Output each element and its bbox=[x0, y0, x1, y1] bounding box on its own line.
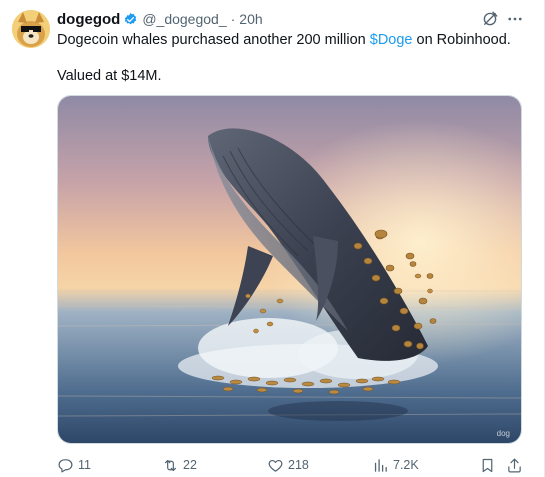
author-display-name[interactable]: dogegod bbox=[57, 11, 120, 28]
repost-button[interactable]: 22 bbox=[162, 455, 197, 475]
reply-count: 11 bbox=[78, 458, 91, 472]
heart-icon bbox=[268, 459, 283, 472]
tweet-card[interactable]: dogegod @_dogegod_ · 20h Dogecoin whales… bbox=[0, 0, 545, 477]
post-image[interactable]: dog bbox=[57, 95, 522, 444]
share-button[interactable] bbox=[506, 455, 527, 475]
bookmark-button[interactable] bbox=[479, 455, 500, 475]
repost-icon bbox=[164, 459, 177, 471]
avatar[interactable] bbox=[12, 10, 50, 48]
views-count: 7.2K bbox=[393, 458, 419, 472]
grok-icon[interactable] bbox=[481, 10, 499, 28]
separator-dot: · bbox=[230, 11, 236, 27]
post-text-before: Dogecoin whales purchased another 200 mi… bbox=[57, 32, 370, 48]
views-button[interactable]: 7.2K bbox=[372, 455, 419, 475]
views-icon bbox=[374, 458, 387, 472]
post-header: dogegod @_dogegod_ · 20h bbox=[57, 10, 263, 28]
doge-avatar-image bbox=[12, 10, 50, 48]
reply-button[interactable]: 11 bbox=[57, 455, 91, 475]
post-text-paragraph-2: Valued at $14M. bbox=[57, 68, 162, 84]
verified-badge-icon[interactable] bbox=[123, 12, 138, 27]
action-bar: 11 22 218 7.2K bbox=[57, 455, 527, 475]
author-handle[interactable]: @_dogegod_ bbox=[142, 11, 226, 27]
reply-icon bbox=[58, 458, 73, 472]
bookmark-icon bbox=[482, 458, 493, 472]
cashtag-link[interactable]: $Doge bbox=[370, 32, 413, 48]
share-icon bbox=[508, 458, 521, 472]
like-button[interactable]: 218 bbox=[267, 455, 309, 475]
more-icon[interactable] bbox=[506, 10, 524, 28]
whale-image: dog bbox=[58, 96, 521, 443]
post-timestamp[interactable]: 20h bbox=[239, 11, 262, 27]
post-text-after: on Robinhood. bbox=[412, 32, 511, 48]
like-count: 218 bbox=[288, 458, 309, 472]
post-text: Dogecoin whales purchased another 200 mi… bbox=[57, 31, 511, 49]
repost-count: 22 bbox=[183, 458, 197, 472]
image-watermark: dog bbox=[497, 429, 510, 438]
